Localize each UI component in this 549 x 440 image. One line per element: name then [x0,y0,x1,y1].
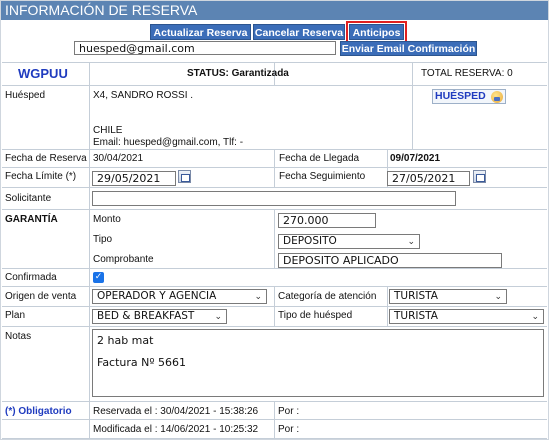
tipo-select-value: DEPOSITO [283,235,337,247]
confirmada-checkbox[interactable]: ✓ [93,272,104,283]
categoria-select[interactable]: TURISTA ⌄ [389,289,507,304]
guest-country: CHILE [93,125,123,136]
monto-label: Monto [93,214,121,225]
status-label: STATUS: Garantizada [187,68,289,79]
fecha-llegada-label: Fecha de Llegada [279,153,360,164]
cancelar-reserva-button[interactable]: Cancelar Reserva [253,24,345,40]
panel-title: INFORMACIÓN DE RESERVA [5,2,198,18]
modificada-info: Modificada el : 14/06/2021 - 10:25:32 [93,424,259,435]
obligatorio-note: (*) Obligatorio [5,406,72,417]
reservada-por: Por : [278,406,300,417]
tipo-huesped-select-value: TURISTA [394,310,438,322]
notas-line-1: 2 hab mat [97,334,154,347]
tipo-label: Tipo [93,234,113,245]
huesped-badge-label: HUÉSPED [435,90,486,102]
fecha-reserva-value: 30/04/2021 [93,153,144,164]
comprobante-field[interactable]: DEPOSITO APLICADO [278,253,502,268]
plan-select-value: BED & BREAKFAST [97,310,195,322]
guest-label: Huésped [5,90,46,101]
origen-label: Origen de venta [5,291,77,302]
confirmada-label: Confirmada [5,272,57,283]
fecha-seguimiento-field[interactable]: 27/05/2021 [387,171,470,186]
calendar-icon[interactable] [473,170,486,183]
anticipos-button[interactable]: Anticipos [346,21,407,43]
chevron-down-icon: ⌄ [407,237,415,247]
tipo-huesped-label: Tipo de huésped [278,310,353,321]
monto-field[interactable]: 270.000 [278,213,376,228]
total-reserva: TOTAL RESERVA: 0 [421,68,513,79]
categoria-select-value: TURISTA [394,290,438,302]
fecha-llegada-value: 09/07/2021 [390,153,441,164]
solicitante-field[interactable] [92,191,456,206]
enviar-email-button[interactable]: Enviar Email Confirmación [340,41,477,56]
garantia-label: GARANTÍA [5,214,58,225]
chevron-down-icon: ⌄ [494,292,502,302]
chevron-down-icon: ⌄ [214,312,222,322]
guest-name: X4, SANDRO ROSSI . [93,90,194,101]
tipo-huesped-select[interactable]: TURISTA ⌄ [389,309,544,324]
actualizar-reserva-button[interactable]: Actualizar Reserva [150,24,251,40]
fecha-limite-label: Fecha Límite (*) [5,171,77,182]
notas-line-2: Factura Nº 5661 [97,356,187,369]
calendar-icon[interactable] [178,170,191,183]
modificada-por: Por : [278,424,300,435]
categoria-label: Categoría de atención [278,291,377,302]
plan-label: Plan [5,310,26,321]
chevron-down-icon: ⌄ [531,312,539,322]
email-field[interactable]: huesped@gmail.com [74,41,336,55]
plan-select[interactable]: BED & BREAKFAST ⌄ [92,309,227,324]
panel-header: INFORMACIÓN DE RESERVA [1,1,548,20]
fecha-seguimiento-label: Fecha Seguimiento [279,171,366,182]
tipo-select[interactable]: DEPOSITO ⌄ [278,234,420,249]
origen-select-value: OPERADOR Y AGENCIA [97,290,217,302]
guest-contact: Email: huesped@gmail.com, Tlf: - [93,137,244,148]
reservada-info: Reservada el : 30/04/2021 - 15:38:26 [93,406,259,417]
reservation-panel: INFORMACIÓN DE RESERVA Actualizar Reserv… [0,0,549,440]
notas-textarea[interactable]: 2 hab mat Factura Nº 5661 [92,329,544,397]
huesped-button[interactable]: HUÉSPED [432,89,506,104]
notas-label: Notas [5,331,32,342]
fecha-reserva-label: Fecha de Reserva [5,153,87,164]
guest-face-icon [491,91,503,103]
reservation-code: WGPUU [18,66,68,81]
fecha-limite-field[interactable]: 29/05/2021 [92,171,176,186]
comprobante-label: Comprobante [93,254,154,265]
solicitante-label: Solicitante [5,193,52,204]
chevron-down-icon: ⌄ [254,292,262,302]
origen-select[interactable]: OPERADOR Y AGENCIA ⌄ [92,289,267,304]
